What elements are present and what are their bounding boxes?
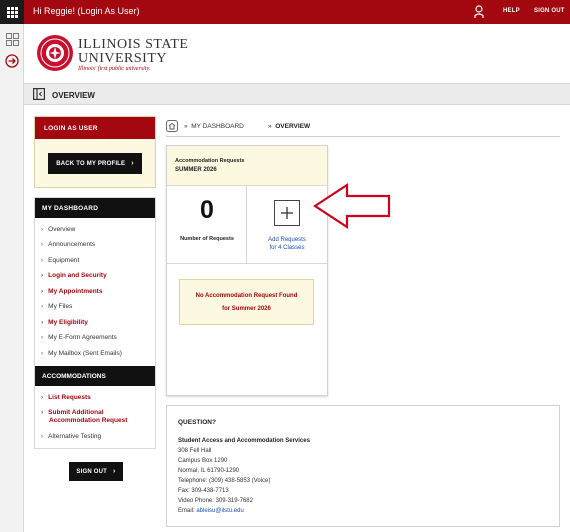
sidebar-item-label: Equipment	[48, 257, 80, 264]
left-rail	[0, 24, 24, 532]
chevron-right-icon: ›	[41, 394, 44, 401]
breadcrumb-label: OVERVIEW	[275, 123, 311, 130]
dashboard-icon	[5, 32, 19, 46]
question-title: QUESTION?	[178, 419, 216, 426]
home-icon[interactable]	[166, 120, 178, 132]
back-to-my-profile-button[interactable]: BACK TO MY PROFILE ›	[48, 153, 142, 174]
chevron-right-icon: ›	[41, 241, 44, 248]
card-title: Accommodation Requests	[175, 158, 245, 164]
login-as-user-panel: LOGIN AS USER BACK TO MY PROFILE ›	[34, 116, 156, 188]
chevron-right-icon: ›	[41, 303, 44, 310]
sidebar-item-equipment[interactable]: › Equipment	[41, 257, 79, 264]
sidebar-item-label: My Appointments	[48, 288, 103, 295]
accommodations-header: ACCOMMODATIONS	[35, 366, 155, 386]
chevron-right-icon: ›	[41, 334, 44, 341]
greeting-text: Hi Reggie! (Login As User)	[33, 6, 140, 16]
app-grid-button[interactable]	[0, 0, 24, 24]
telephone-line: Telephone: (309) 438-5853 (Voice)	[178, 478, 271, 484]
chevron-right-icon: ›	[41, 226, 44, 233]
sidebar-item-submit-additional-request[interactable]: › Submit Additional Accommodation Request	[41, 409, 127, 425]
video-phone-line: Video Phone: 309-319-7682	[178, 498, 253, 504]
grid-icon	[6, 6, 18, 18]
sidebar-toggle-icon[interactable]	[33, 88, 45, 100]
office-name: Student Access and Accommodation Service…	[178, 438, 310, 444]
chevron-right-icon: ›	[131, 160, 134, 167]
user-profile-icon[interactable]	[474, 5, 484, 24]
address-line: 308 Fell Hall	[178, 448, 212, 454]
dashboard-panel: MY DASHBOARD › Overview › Announcements › E…	[34, 197, 156, 449]
chevron-right-icon: ›	[41, 319, 44, 326]
email-label: Email:	[178, 508, 195, 514]
sidebar-item-label: List Requests	[48, 394, 91, 401]
chevron-right-icon: ›	[41, 409, 44, 416]
sidebar-item-label: My Files	[48, 303, 73, 310]
sidebar-item-label: Login and Security	[48, 272, 107, 279]
address-line: Campus Box 1290	[178, 458, 228, 464]
sidebar-item-alternative-testing[interactable]: › Alternative Testing	[41, 433, 101, 440]
dashboard-rail-button[interactable]	[3, 30, 21, 48]
request-count-label: Number of Requests	[180, 236, 234, 242]
university-seal-icon	[37, 35, 73, 71]
dashboard-header: MY DASHBOARD	[35, 198, 155, 218]
sidebar-item-label: Announcements	[48, 241, 96, 248]
sidebar-item-label: My Mailbox (Sent Emails)	[48, 350, 122, 357]
sidebar-item-label: Submit Additional	[48, 409, 104, 416]
add-requests-link[interactable]: Add Requests	[247, 237, 327, 243]
sidebar-item-my-files[interactable]: › My Files	[41, 303, 72, 310]
breadcrumb-label: MY DASHBOARD	[191, 123, 244, 130]
logout-icon	[5, 54, 19, 68]
top-bar: Hi Reggie! (Login As User) HELP SIGN OUT	[0, 0, 570, 24]
email-line: Email: ableisu@ilstu.edu	[178, 508, 244, 514]
sidebar-item-label: My Eligibility	[48, 319, 88, 326]
sidebar-item-label: My E-Form Agreements	[48, 334, 117, 341]
chevron-right-icon: ›	[113, 468, 116, 475]
request-count: 0	[200, 196, 214, 224]
sidebar-signout-button[interactable]: SIGN OUT ›	[69, 462, 123, 481]
top-signout-link[interactable]: SIGN OUT	[534, 8, 565, 14]
sidebar-item-my-appointments[interactable]: › My Appointments	[41, 288, 102, 295]
chevron-right-icon: ›	[41, 350, 44, 357]
logo-tagline: Illinois' first public university.	[78, 66, 151, 72]
question-contact-panel: QUESTION? Student Access and Accommodati…	[166, 405, 560, 527]
sidebar-item-list-requests[interactable]: › List Requests	[41, 394, 91, 401]
back-to-my-profile-label: BACK TO MY PROFILE	[56, 160, 126, 167]
breadcrumb-item-dashboard[interactable]: » MY DASHBOARD	[184, 123, 244, 130]
sidebar-item-label-line-2: Accommodation Request	[49, 417, 128, 424]
request-count-cell: 0 Number of Requests	[167, 186, 247, 264]
address-line: Normal, IL 61790-1290	[178, 468, 240, 474]
fax-line: Fax: 309-438-7713	[178, 488, 229, 494]
add-requests-link-line-2[interactable]: for 4 Classes	[247, 245, 327, 251]
sidebar-item-my-eform-agreements[interactable]: › My E-Form Agreements	[41, 334, 117, 341]
chevron-right-icon: ›	[41, 272, 44, 279]
chevron-right-icon: ›	[41, 257, 44, 264]
page-title-bar: OVERVIEW	[24, 83, 570, 105]
add-request-button[interactable]	[274, 200, 300, 226]
notice-line-1: No Accommodation Request Found	[195, 293, 298, 299]
sidebar-item-login-and-security[interactable]: › Login and Security	[41, 272, 107, 279]
logout-rail-button[interactable]	[3, 52, 21, 70]
help-link[interactable]: HELP	[503, 8, 520, 14]
plus-icon	[281, 207, 293, 219]
sidebar-item-announcements[interactable]: › Announcements	[41, 241, 95, 248]
logo-line-2: UNIVERSITY	[78, 51, 167, 66]
notice-line-2: for Summer 2026	[222, 306, 271, 312]
annotation-arrow-icon	[313, 183, 391, 229]
sidebar-item-my-eligibility[interactable]: › My Eligibility	[41, 319, 88, 326]
card-header: Accommodation Requests SUMMER 2026	[167, 146, 327, 186]
sidebar-item-overview[interactable]: › Overview	[41, 226, 75, 233]
chevron-right-icon: ›	[41, 288, 44, 295]
page-title: OVERVIEW	[52, 91, 95, 100]
sidebar-item-my-mailbox[interactable]: › My Mailbox (Sent Emails)	[41, 350, 122, 357]
sidebar-item-label: Alternative Testing	[48, 433, 102, 440]
no-request-notice: No Accommodation Request Found for Summe…	[179, 279, 314, 325]
accommodation-requests-card: Accommodation Requests SUMMER 2026 0 Num…	[166, 145, 328, 396]
card-term: SUMMER 2026	[175, 167, 217, 173]
breadcrumb-item-overview: » OVERVIEW	[268, 123, 311, 130]
chevron-right-icon: ›	[41, 433, 44, 440]
email-link[interactable]: ableisu@ilstu.edu	[196, 508, 243, 514]
sidebar-signout-label: SIGN OUT	[76, 468, 108, 475]
login-as-user-header: LOGIN AS USER	[35, 117, 155, 139]
breadcrumb: » MY DASHBOARD » OVERVIEW	[166, 119, 560, 137]
sidebar-item-label: Overview	[48, 226, 76, 233]
